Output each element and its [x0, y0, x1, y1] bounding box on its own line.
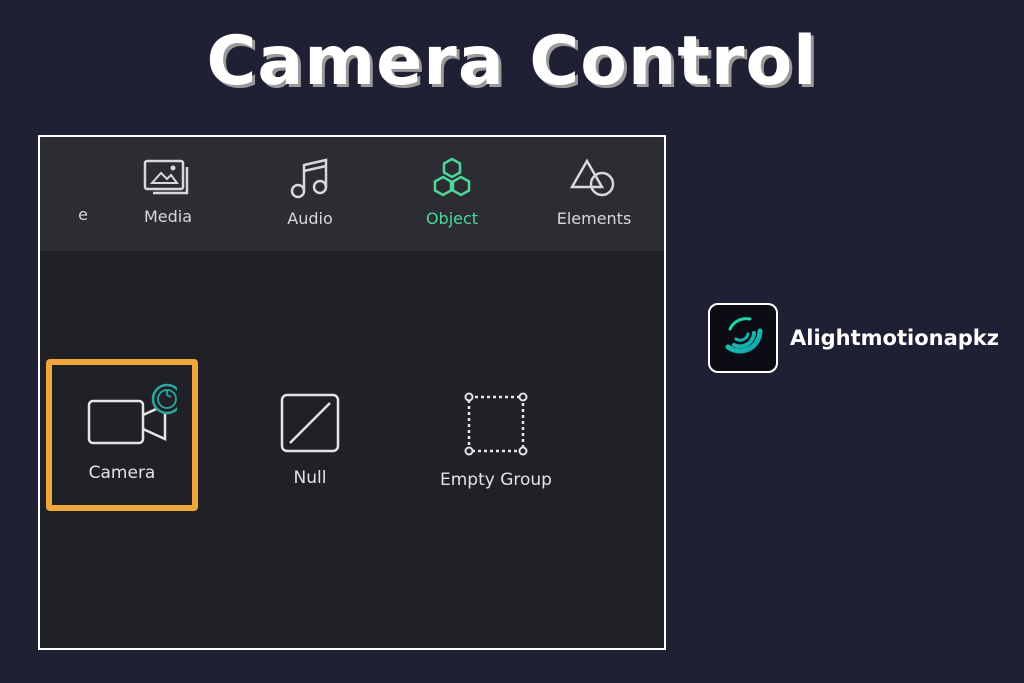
toolbar-item-partial-label: e: [78, 205, 88, 224]
shapes-icon: [569, 158, 615, 197]
alight-motion-logo: [708, 303, 778, 373]
media-icon: [143, 159, 189, 195]
object-empty-group-label: Empty Group: [440, 470, 552, 490]
object-panel: Camera Null Empty Group: [40, 251, 664, 648]
toolbar-item-elements-label: Elements: [556, 209, 632, 228]
toolbar-item-object[interactable]: Object: [397, 137, 507, 251]
toolbar-item-media-label: Media: [143, 207, 193, 226]
app-screenshot: e Media Audio Object Elements Camera Nul…: [38, 135, 666, 650]
page-title: Camera Control: [206, 22, 818, 101]
video-camera-icon: [87, 383, 177, 445]
brand-name: Alightmotionapkz: [790, 326, 999, 350]
object-camera-label: Camera: [88, 463, 156, 483]
object-null[interactable]: Null: [260, 391, 360, 488]
toolbar-item-object-label: Object: [425, 209, 479, 228]
brand: Alightmotionapkz: [708, 303, 999, 373]
object-empty-group[interactable]: Empty Group: [426, 391, 566, 490]
music-note-icon: [290, 158, 328, 199]
hexagons-icon: [433, 157, 471, 197]
toolbar-item-audio[interactable]: Audio: [255, 137, 365, 251]
toolbar-item-audio-label: Audio: [287, 209, 333, 228]
toolbar-item-elements[interactable]: Elements: [539, 137, 649, 251]
object-camera[interactable]: Camera: [60, 381, 184, 483]
toolbar: e Media Audio Object Elements: [40, 137, 664, 251]
empty-group-icon: [464, 392, 528, 456]
toolbar-item-partial[interactable]: e: [38, 137, 90, 251]
partial-icon: [38, 157, 55, 197]
object-null-label: Null: [293, 468, 327, 488]
null-icon: [280, 393, 340, 453]
toolbar-item-media[interactable]: Media: [113, 137, 223, 251]
